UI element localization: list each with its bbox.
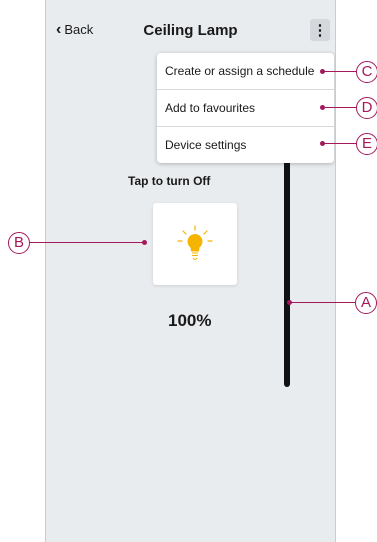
options-menu: Create or assign a schedule Add to favou… [157,53,334,163]
back-label: Back [64,22,94,37]
back-button[interactable]: ‹ Back [56,21,94,38]
chevron-left-icon: ‹ [56,21,62,38]
callout-b-line [30,242,144,243]
callout-c: C [356,61,377,83]
callout-d: D [356,97,377,119]
callout-d-line [323,107,358,108]
light-bulb-icon [177,225,213,261]
kebab-menu-icon[interactable]: ⋮ [310,19,330,41]
menu-item-favourites[interactable]: Add to favourites [157,90,334,127]
callout-c-line [323,71,358,72]
callout-e: E [356,133,377,155]
brightness-value: 100% [168,311,212,330]
lamp-toggle-tile[interactable] [153,203,237,285]
menu-item-device-settings[interactable]: Device settings [157,127,334,163]
brightness-slider[interactable] [284,155,290,387]
callout-e-line [323,143,358,144]
callout-a: A [355,292,377,314]
tap-instruction: Tap to turn Off [128,174,211,188]
phone-screen: ‹ Back Ceiling Lamp ⋮ Create or assign a… [45,0,336,542]
callout-a-line [290,302,356,303]
menu-item-schedule[interactable]: Create or assign a schedule [157,53,334,90]
callout-b-pointer [142,240,147,245]
callout-b: B [8,232,30,254]
